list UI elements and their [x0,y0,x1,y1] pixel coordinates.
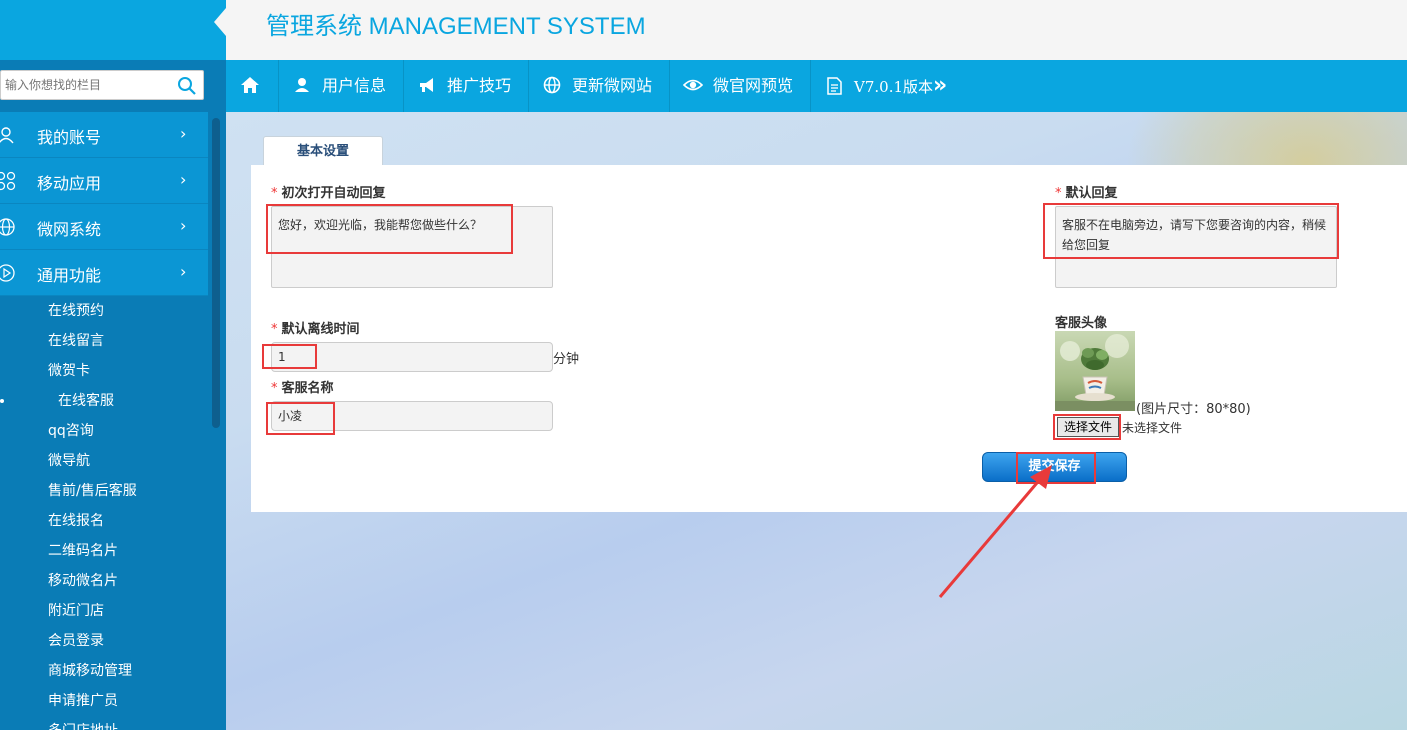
nav-user-info[interactable]: 用户信息 [292,60,386,112]
sidebar-item-my-account[interactable]: 我的账号 › [0,112,208,158]
sidebar-item-mobile-apps[interactable]: 移动应用 › [0,158,208,204]
chevron-right-icon: › [180,216,187,235]
divider [669,60,670,112]
avatar-label: 客服头像 [1055,316,1108,331]
search-box [0,70,204,100]
header: 管理系统 MANAGEMENT SYSTEM [226,0,1407,60]
submenu-item[interactable]: 微导航 [0,446,208,476]
nav-update-site[interactable]: 更新微网站 [542,60,652,112]
document-icon [827,77,842,95]
submenu-item-active[interactable]: 在线客服 [0,386,208,416]
sidebar-header [0,0,226,60]
top-nav: 用户信息 推广技巧 更新微网站 微官网预览 V7.0.1版本» [226,60,1407,112]
active-dot-icon [0,399,4,403]
auto-reply-textarea[interactable]: 您好，欢迎光临，我能帮您做些什么？ [271,206,553,288]
search-input[interactable] [5,71,170,99]
sidebar-item-label: 移动应用 [37,174,102,193]
globe-icon [543,76,561,94]
submenu-item[interactable]: 在线预约 [0,296,208,326]
home-icon [241,77,259,93]
file-status: 未选择文件 [1122,421,1183,435]
globe-icon [0,218,15,236]
user-icon [295,78,309,92]
divider [528,60,529,112]
divider [403,60,404,112]
required-mark: * [271,322,278,337]
field-label: 客服名称 [281,381,334,396]
submenu-item[interactable]: qq咨询 [0,416,208,446]
sidebar-item-label: 微网系统 [37,220,102,239]
default-reply-textarea[interactable]: 客服不在电脑旁边，请写下您要咨询的内容，稍候给您回复 [1055,206,1337,288]
nav-label: 更新微网站 [572,76,653,95]
required-mark: * [1055,186,1062,201]
field-label: 默认回复 [1065,186,1118,201]
plant-image [1055,331,1135,411]
service-name-label: * 客服名称 [271,377,334,396]
field-label: 默认离线时间 [281,322,360,337]
choose-file-button[interactable]: 选择文件 [1057,417,1119,437]
submenu-item[interactable]: 申请推广员 [0,686,208,716]
submenu-item[interactable]: 在线留言 [0,326,208,356]
submenu-item[interactable]: 商城移动管理 [0,656,208,686]
play-circle-icon [0,264,15,282]
submenu-item[interactable]: 移动微名片 [0,566,208,596]
field-label: 初次打开自动回复 [281,186,386,201]
nav-site-preview[interactable]: 微官网预览 [683,60,793,112]
auto-reply-label: * 初次打开自动回复 [271,182,386,201]
chevron-right-icon: › [180,124,187,143]
submenu-item[interactable]: 在线报名 [0,506,208,536]
nav-version[interactable]: V7.0.1版本» [824,60,947,112]
submenu: 在线预约 在线留言 微贺卡 在线客服 qq咨询 微导航 售前/售后客服 在线报名… [0,296,208,730]
home-button[interactable] [240,60,270,112]
sidebar-scrollbar[interactable] [212,118,220,428]
nav-label: V7.0.1版本 [854,78,933,96]
divider [278,60,279,112]
submenu-item[interactable]: 售前/售后客服 [0,476,208,506]
submenu-item[interactable]: 二维码名片 [0,536,208,566]
divider [810,60,811,112]
required-mark: * [271,381,278,396]
sidebar-item-micro-site[interactable]: 微网系统 › [0,204,208,250]
sidebar-item-common-functions[interactable]: 通用功能 › [0,250,208,296]
submenu-item[interactable]: 微贺卡 [0,356,208,386]
submenu-item[interactable]: 会员登录 [0,626,208,656]
tab-basic-settings[interactable]: 基本设置 [263,136,383,166]
required-mark: * [271,186,278,201]
sidebar-item-label: 我的账号 [37,128,102,147]
nav-promotion-tips[interactable]: 推广技巧 [417,60,511,112]
double-chevron-right-icon[interactable]: » [933,73,947,98]
apps-icon [0,171,16,191]
nav-label: 推广技巧 [447,76,512,95]
user-icon [0,127,14,144]
offline-time-input[interactable]: 1 [271,342,553,372]
default-reply-label: * 默认回复 [1055,182,1118,201]
megaphone-icon [420,78,433,92]
service-name-input[interactable]: 小凌 [271,401,553,431]
chevron-right-icon: › [180,262,187,281]
offline-time-label: * 默认离线时间 [271,318,360,337]
app-title: 管理系统 MANAGEMENT SYSTEM [266,13,646,40]
avatar-size-hint: (图片尺寸：80*80) [1136,402,1251,417]
sidebar: 我的账号 › 移动应用 › 微网系统 › 通用功能 › 在线预约 在线留言 微贺… [0,0,226,730]
sidebar-nav: 我的账号 › 移动应用 › 微网系统 › 通用功能 › [0,112,208,296]
submenu-item[interactable]: 附近门店 [0,596,208,626]
nav-label: 微官网预览 [713,76,794,95]
eye-icon [683,79,703,91]
submenu-item[interactable]: 多门店地址 [0,716,208,730]
sidebar-item-label: 通用功能 [37,266,102,285]
search-icon[interactable] [177,76,197,96]
nav-label: 用户信息 [322,76,387,95]
chevron-right-icon: › [180,170,187,189]
submit-save-button[interactable]: 提交保存 [982,452,1127,482]
sidebar-collapse-notch[interactable] [214,8,226,36]
offline-unit: 分钟 [553,352,580,367]
avatar [1055,331,1135,411]
submenu-item-label: 在线客服 [58,393,114,409]
